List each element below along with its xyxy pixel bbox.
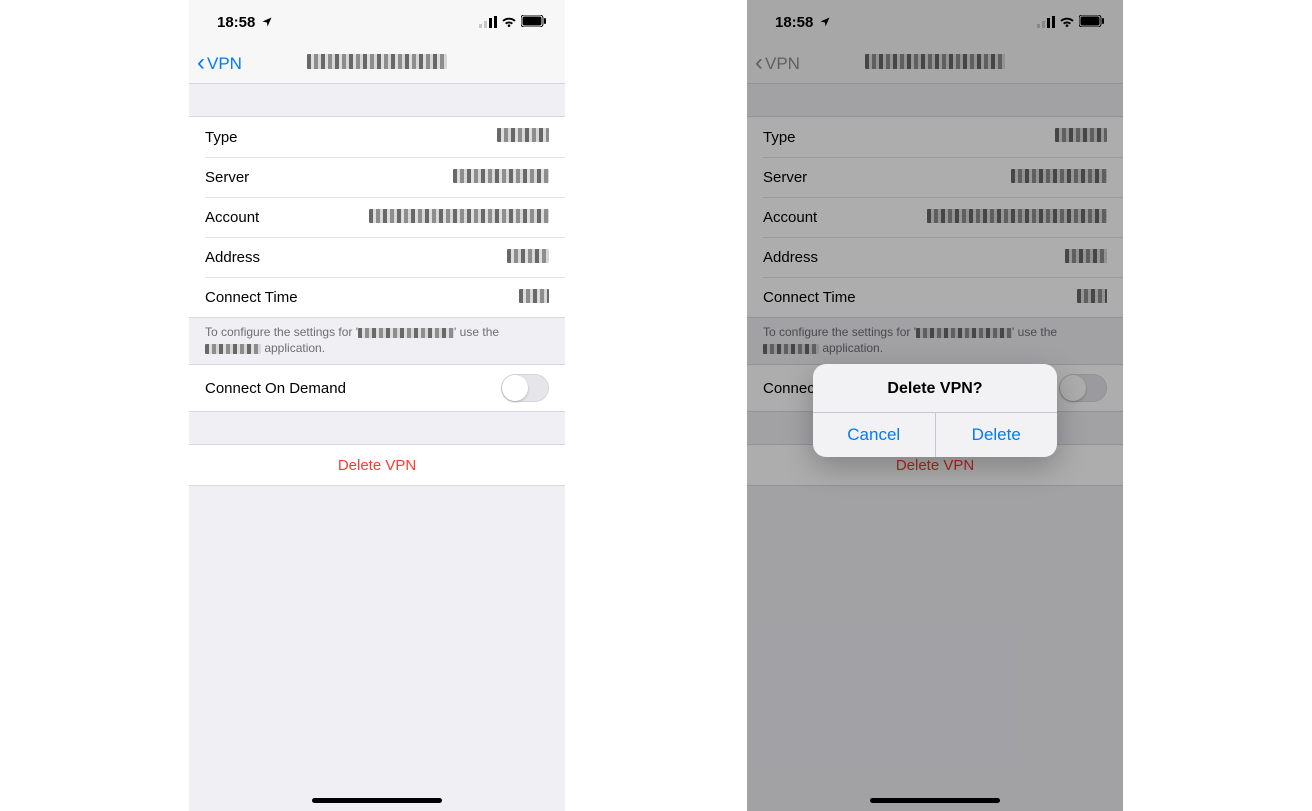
config-footer-note: To configure the settings for '' use the… bbox=[189, 318, 565, 364]
delete-confirm-alert: Delete VPN? Cancel Delete bbox=[813, 364, 1057, 457]
row-type: Type bbox=[189, 117, 565, 157]
cellular-icon bbox=[479, 16, 497, 28]
home-indicator[interactable] bbox=[312, 798, 442, 803]
vpn-info-group: Type Server Account Address Connect Time bbox=[189, 116, 565, 318]
chevron-left-icon: ‹ bbox=[197, 51, 205, 75]
row-server: Server bbox=[205, 157, 565, 197]
location-icon bbox=[261, 15, 273, 32]
delete-vpn-button[interactable]: Delete VPN bbox=[189, 445, 565, 485]
delete-group: Delete VPN bbox=[189, 444, 565, 486]
connect-on-demand-group: Connect On Demand bbox=[189, 364, 565, 412]
wifi-icon bbox=[501, 14, 517, 31]
row-connect-on-demand[interactable]: Connect On Demand bbox=[189, 365, 565, 411]
alert-cancel-button[interactable]: Cancel bbox=[813, 413, 935, 457]
alert-title: Delete VPN? bbox=[813, 364, 1057, 412]
connect-on-demand-toggle[interactable] bbox=[501, 374, 549, 402]
back-button[interactable]: ‹ VPN bbox=[189, 52, 242, 76]
alert-delete-button[interactable]: Delete bbox=[935, 413, 1058, 457]
back-label: VPN bbox=[207, 54, 242, 74]
phone-screen-1: 18:58 ‹ VPN bbox=[189, 0, 565, 811]
row-connect-time: Connect Time bbox=[205, 277, 565, 317]
page-title bbox=[189, 54, 565, 74]
row-account: Account bbox=[205, 197, 565, 237]
phone-screen-2: 18:58 ‹ VPN bbox=[747, 0, 1123, 811]
nav-bar: ‹ VPN bbox=[189, 44, 565, 84]
battery-icon bbox=[521, 14, 547, 31]
row-address: Address bbox=[205, 237, 565, 277]
status-time: 18:58 bbox=[217, 14, 255, 31]
status-bar: 18:58 bbox=[189, 0, 565, 44]
